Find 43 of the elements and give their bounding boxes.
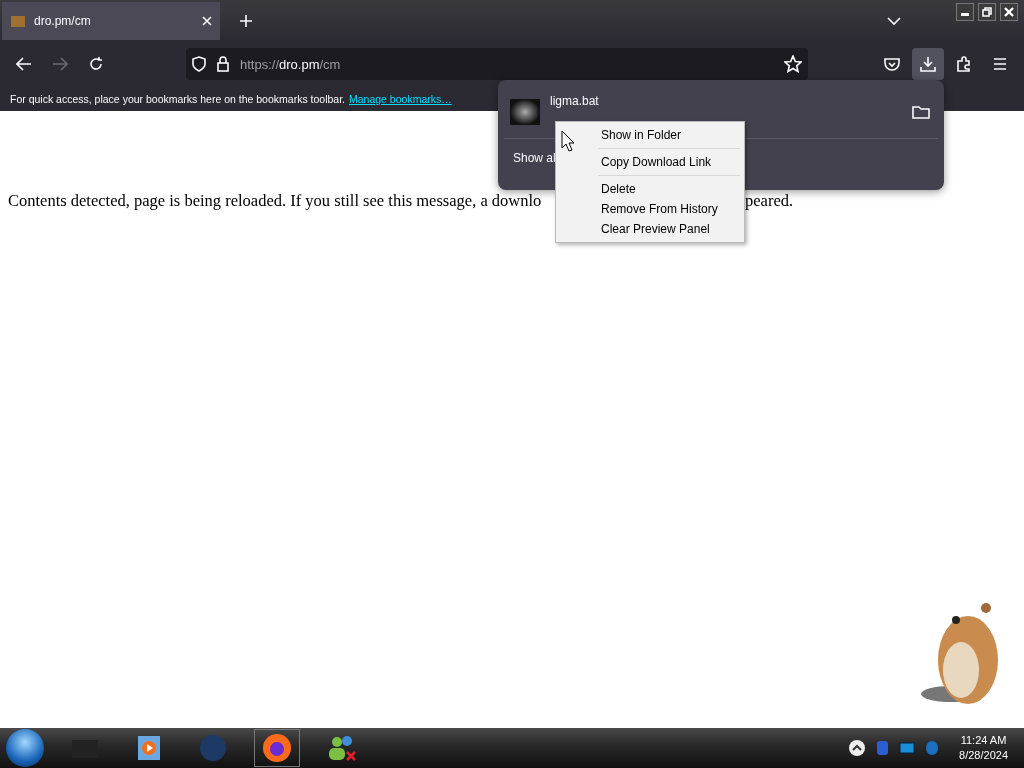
menu-item[interactable]: Clear Preview Panel — [558, 219, 742, 239]
monitor-icon[interactable] — [899, 742, 916, 754]
show-all-downloads-button[interactable]: Show al — [498, 139, 556, 177]
menu-item[interactable]: Show in Folder — [558, 125, 742, 145]
close-icon — [1004, 7, 1014, 17]
pocket-icon — [884, 57, 900, 71]
close-icon[interactable] — [202, 16, 212, 26]
arrow-left-icon — [16, 57, 32, 71]
file-name[interactable]: ligma.bat — [550, 94, 902, 108]
download-icon — [920, 56, 936, 72]
menu-item[interactable]: Remove From History — [558, 199, 742, 219]
bookmarks-message: For quick access, place your bookmarks here on the bookmarks toolbar. — [10, 92, 345, 105]
tray-app-icon[interactable] — [875, 740, 890, 756]
page-message: Contents detected, page is being reloaded. If you still see this message, a downlo — [8, 191, 542, 211]
file-thumbnail — [510, 99, 540, 125]
minimize-button[interactable] — [956, 3, 974, 21]
restore-icon — [982, 7, 992, 17]
chevron-down-icon[interactable] — [887, 16, 901, 26]
star-icon[interactable] — [784, 55, 802, 73]
tab-title: dro.pm/cm — [34, 14, 92, 28]
page-message: peared. — [745, 191, 794, 211]
downloads-button[interactable] — [912, 48, 944, 80]
puzzle-icon — [956, 56, 972, 72]
reload-icon — [88, 56, 104, 72]
close-button[interactable] — [1000, 3, 1018, 21]
start-button[interactable] — [6, 729, 44, 767]
arrow-right-icon — [52, 57, 68, 71]
chevron-up-icon[interactable] — [849, 740, 866, 756]
restore-button[interactable] — [978, 3, 996, 21]
clock-date: 8/28/2024 — [959, 748, 1008, 763]
manage-bookmarks-link[interactable]: Manage bookmarks… — [349, 92, 452, 105]
shield-icon[interactable] — [192, 56, 206, 72]
address-bar[interactable]: https://dro.pm/cm — [186, 48, 808, 80]
firefox-taskbar-icon[interactable] — [254, 729, 300, 767]
browser-tab[interactable]: dro.pm/cm — [2, 2, 220, 40]
url-text: https://dro.pm/cm — [240, 56, 342, 72]
menu-item[interactable]: Delete — [558, 179, 742, 199]
menu-item[interactable]: Copy Download Link — [558, 152, 742, 172]
clock-time: 11:24 AM — [960, 733, 1007, 748]
lock-icon[interactable] — [216, 56, 230, 72]
plus-icon — [239, 14, 253, 28]
menu-icon — [993, 58, 1007, 70]
mouse-pointer-icon — [561, 130, 575, 152]
